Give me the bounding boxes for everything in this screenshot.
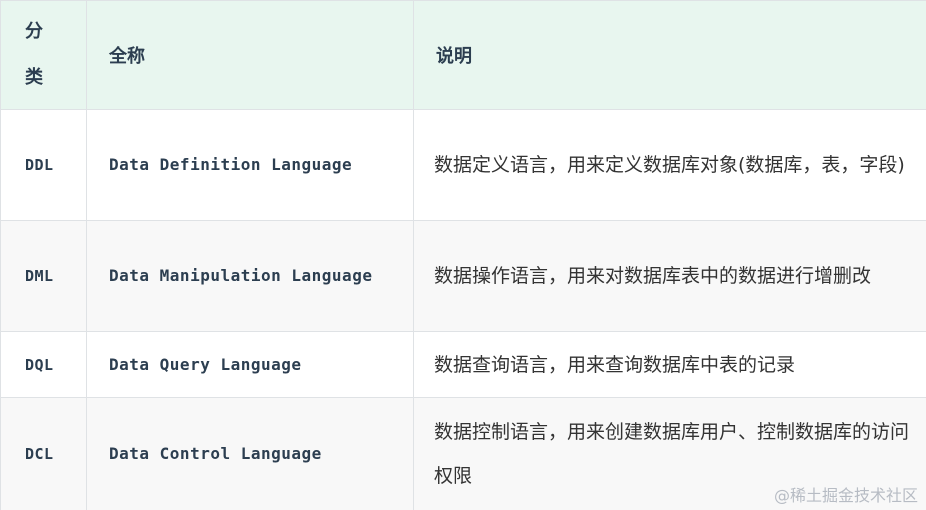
category-abbr: DCL xyxy=(0,397,87,510)
table-row: DML Data Manipulation Language 数据操作语言，用来… xyxy=(0,220,926,332)
category-description: 数据定义语言，用来定义数据库对象(数据库，表，字段) xyxy=(413,109,926,221)
sql-category-table: 分类 全称 说明 DDL Data Definition Language 数据… xyxy=(0,0,926,510)
header-category: 分类 xyxy=(0,0,87,110)
category-full-name: Data Query Language xyxy=(86,331,414,398)
category-abbr: DML xyxy=(0,220,87,332)
category-full-name: Data Manipulation Language xyxy=(86,220,414,332)
category-full-name: Data Control Language xyxy=(86,397,414,510)
header-full-name: 全称 xyxy=(86,0,414,110)
header-description: 说明 xyxy=(413,0,926,110)
category-abbr: DDL xyxy=(0,109,87,221)
table-row: DQL Data Query Language 数据查询语言，用来查询数据库中表… xyxy=(0,331,926,398)
category-description: 数据操作语言，用来对数据库表中的数据进行增删改 xyxy=(413,220,926,332)
category-abbr: DQL xyxy=(0,331,87,398)
table-header-row: 分类 全称 说明 xyxy=(0,0,926,110)
category-full-name: Data Definition Language xyxy=(86,109,414,221)
category-description: 数据查询语言，用来查询数据库中表的记录 xyxy=(413,331,926,398)
watermark: @稀土掘金技术社区 xyxy=(773,486,918,505)
table-row: DDL Data Definition Language 数据定义语言，用来定义… xyxy=(0,109,926,221)
